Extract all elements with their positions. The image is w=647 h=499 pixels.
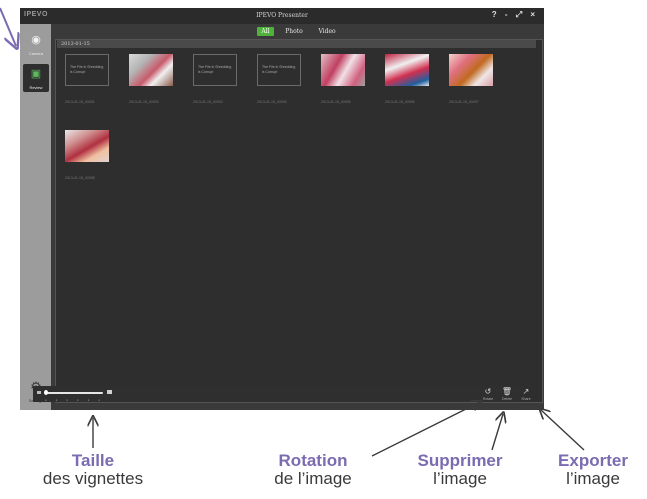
rotate-arrow [371,402,480,457]
annotation-title: Supprimer [417,451,503,470]
annotation-title: Exporter [558,451,628,470]
annotation-title: Taille [71,451,115,470]
annotation-size: Taille des vignettes [18,452,168,488]
annotation-rotate: Rotation de l’image [258,452,368,488]
annotation-desc: des vignettes [42,469,144,488]
delete-arrow [491,414,503,451]
annotation-arrows [0,7,585,457]
annotation-export: Exporter l’image [540,452,646,488]
annotation-delete: Supprimer l’image [392,452,528,488]
review-arrow [0,7,16,46]
annotation-desc: de l’image [274,469,352,488]
annotation-desc: l’image [433,469,487,488]
annotation-desc: l’image [566,469,620,488]
annotation-title: Rotation [278,451,348,470]
export-arrow [541,410,585,451]
